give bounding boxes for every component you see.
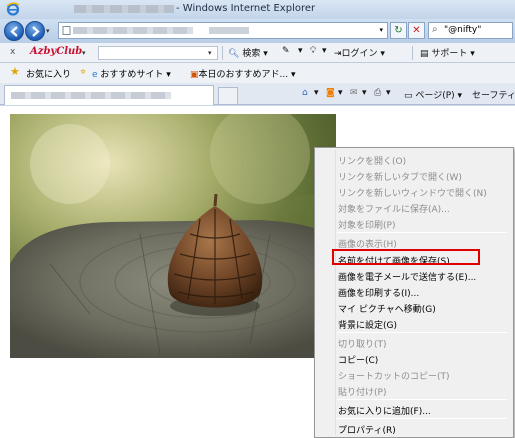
add-favorites-icon[interactable]: ⭐︎ xyxy=(80,67,86,77)
menu-separator xyxy=(337,332,507,333)
lightbulb-icon[interactable]: 💡︎ xyxy=(310,46,316,56)
support-icon: ▤ xyxy=(420,49,429,59)
recommended-sites-label: おすすめサイト xyxy=(100,70,164,80)
toolbar-support-button[interactable]: ▤ サポート ▾ xyxy=(420,46,475,59)
menu-separator xyxy=(337,418,507,419)
address-bar[interactable]: ▾ xyxy=(58,22,388,39)
blurred-tab-title xyxy=(11,92,171,99)
menu-separator xyxy=(337,399,507,400)
highlight-pen-icon[interactable]: ✎ xyxy=(282,46,290,56)
site-icon: e xyxy=(92,70,98,80)
recommended-sites-link[interactable]: e おすすめサイト ▾ xyxy=(92,67,171,80)
menu-item-add-to-favorites[interactable]: お気に入りに追加(F)... xyxy=(338,404,431,417)
back-button[interactable] xyxy=(4,21,24,41)
menu-item-properties[interactable]: プロパティ(R) xyxy=(338,423,396,436)
brand-dropdown-icon[interactable]: ▾ xyxy=(82,49,86,57)
lightbulb-dropdown[interactable]: ▾ xyxy=(322,46,327,56)
blurred-url xyxy=(73,27,193,34)
menu-separator xyxy=(337,232,507,233)
menu-item-open-link-new-tab[interactable]: リンクを新しいタブで開く(W) xyxy=(338,170,462,183)
toolbar-support-label: サポート xyxy=(431,49,468,59)
toolbar-dropdown[interactable]: ▾ xyxy=(298,46,303,56)
page-icon xyxy=(62,26,71,35)
search-box[interactable]: ⌕ "@nifty" xyxy=(428,22,513,39)
mail-icon[interactable]: ✉ xyxy=(350,88,358,98)
window-title: - Windows Internet Explorer xyxy=(176,3,316,14)
forward-arrow-icon xyxy=(32,26,40,37)
feed-icon: ▣ xyxy=(190,70,199,80)
favorites-button[interactable]: お気に入り xyxy=(26,67,71,80)
home-icon[interactable]: ⌂ xyxy=(302,88,308,98)
menu-item-save-target[interactable]: 対象をファイルに保存(A)... xyxy=(338,202,450,215)
menu-item-copy-shortcut[interactable]: ショートカットのコピー(T) xyxy=(338,369,450,382)
todays-pick-link[interactable]: ▣本日のおすすめアド... ▾ xyxy=(190,67,296,80)
feeds-dropdown[interactable]: ▾ xyxy=(338,88,343,98)
menu-item-print-target[interactable]: 対象を印刷(P) xyxy=(338,218,395,231)
menu-item-go-to-my-pictures[interactable]: マイ ピクチャへ移動(G) xyxy=(338,302,436,315)
toolbar-close-button[interactable]: x xyxy=(10,47,15,57)
back-arrow-icon xyxy=(10,26,18,37)
menu-item-copy[interactable]: コピー(C) xyxy=(338,353,378,366)
mail-dropdown[interactable]: ▾ xyxy=(362,88,367,98)
safety-menu[interactable]: セーフティ xyxy=(472,88,515,101)
toolbar-separator xyxy=(222,46,223,60)
new-tab-button[interactable] xyxy=(218,87,238,104)
blurred-url-part xyxy=(209,27,249,34)
search-query: "@nifty" xyxy=(444,25,482,35)
context-menu: リンクを開く(O) リンクを新しいタブで開く(W) リンクを新しいウィンドウで開… xyxy=(314,147,514,438)
magnifier-icon: 🔍︎ xyxy=(228,49,240,59)
todays-pick-label: 本日のおすすめアド... xyxy=(198,70,289,80)
stop-button[interactable]: ✕ xyxy=(408,22,425,39)
menu-item-print-picture[interactable]: 画像を印刷する(I)... xyxy=(338,286,419,299)
menu-item-cut[interactable]: 切り取り(T) xyxy=(338,337,387,350)
toolbar-search-button[interactable]: 🔍︎ 検索 ▾ xyxy=(228,46,268,59)
active-tab[interactable] xyxy=(4,85,214,105)
toolbar-search-label: 検索 xyxy=(242,49,261,59)
menu-item-open-link-new-window[interactable]: リンクを新しいウィンドウで開く(N) xyxy=(338,186,487,199)
menu-gutter xyxy=(335,150,336,435)
print-dropdown[interactable]: ▾ xyxy=(386,88,391,98)
menu-item-paste[interactable]: 貼り付け(P) xyxy=(338,385,386,398)
forward-button[interactable] xyxy=(25,21,45,41)
page-menu-icon: ▭ xyxy=(404,91,413,101)
toolbar-login-label: ログイン xyxy=(341,49,378,59)
address-dropdown-icon[interactable]: ▾ xyxy=(379,26,383,34)
feeds-icon[interactable]: ◙ xyxy=(326,88,335,98)
toolbar-search-field[interactable] xyxy=(98,46,218,60)
favorites-bar: ★ お気に入り ⭐︎ e おすすめサイト ▾ ▣本日のおすすめアド... ▾ xyxy=(0,63,515,83)
login-icon: ⇥ xyxy=(334,49,342,59)
tab-row: ⌂ ▾ ◙ ▾ ✉ ▾ ⎙ ▾ ▭ ページ(P) ▾ セーフティ xyxy=(0,83,515,105)
history-dropdown-icon[interactable]: ▾ xyxy=(46,27,50,35)
azby-toolbar: x AzbyClub ▾ ▾ 🔍︎ 検索 ▾ ✎ ▾ 💡︎ ▾ ⇥ログイン ▾ … xyxy=(0,43,515,63)
search-icon: ⌕ xyxy=(432,24,438,35)
title-bar: - Windows Internet Explorer xyxy=(0,0,515,19)
print-icon[interactable]: ⎙ xyxy=(374,88,381,98)
toolbar-separator xyxy=(412,46,413,60)
address-row: ▾ ▾ ↻ ✕ ⌕ "@nifty" xyxy=(0,19,515,43)
ie-logo-icon xyxy=(6,2,20,16)
pinecone-photo[interactable] xyxy=(10,114,336,358)
menu-item-set-as-background[interactable]: 背景に設定(G) xyxy=(338,318,397,331)
azbyclub-logo[interactable]: AzbyClub xyxy=(30,46,82,57)
field-dropdown-icon[interactable]: ▾ xyxy=(208,49,212,57)
toolbar-login-button[interactable]: ⇥ログイン ▾ xyxy=(334,46,385,59)
menu-item-open-link[interactable]: リンクを開く(O) xyxy=(338,154,406,167)
page-menu-label: ページ(P) xyxy=(415,91,455,101)
highlight-box xyxy=(332,249,480,265)
refresh-button[interactable]: ↻ xyxy=(390,22,407,39)
home-dropdown[interactable]: ▾ xyxy=(314,88,319,98)
blurred-page-title xyxy=(74,5,174,13)
page-menu[interactable]: ▭ ページ(P) ▾ xyxy=(404,88,462,101)
menu-item-email-picture[interactable]: 画像を電子メールで送信する(E)... xyxy=(338,270,476,283)
favorites-star-icon[interactable]: ★ xyxy=(10,65,20,78)
